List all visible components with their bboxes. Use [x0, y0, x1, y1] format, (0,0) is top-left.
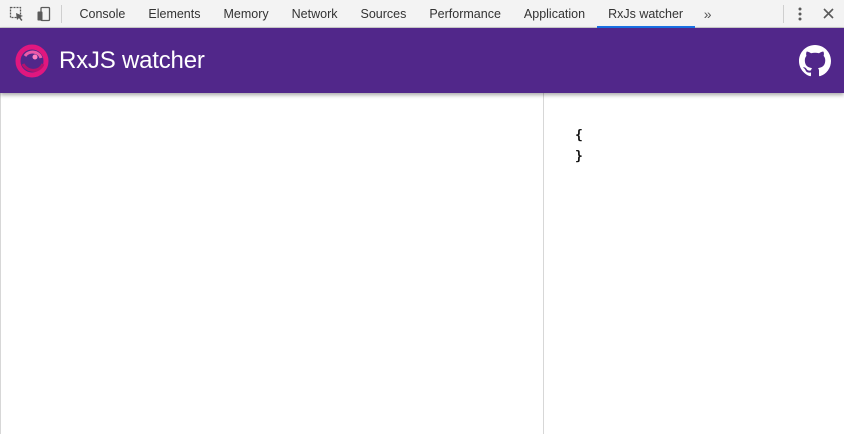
tab-memory[interactable]: Memory [212, 0, 280, 27]
json-close-brace: } [575, 149, 583, 164]
tab-application[interactable]: Application [512, 0, 596, 27]
toolbar-divider [61, 4, 62, 23]
kebab-menu-icon[interactable] [786, 0, 814, 27]
tab-performance[interactable]: Performance [418, 0, 513, 27]
device-toggle-icon[interactable] [30, 0, 57, 27]
toolbar-divider-right [783, 4, 784, 23]
more-tabs-chevron-icon[interactable]: » [695, 0, 721, 27]
github-icon[interactable] [799, 44, 831, 77]
devtools-toolbar: Console Elements Memory Network Sources … [0, 0, 844, 28]
json-detail-pane: { } [544, 93, 844, 434]
tab-sources[interactable]: Sources [349, 0, 418, 27]
app-header: RxJS watcher [0, 28, 844, 93]
rxjs-logo-icon [15, 44, 49, 78]
app-title: RxJS watcher [59, 46, 205, 74]
tab-network[interactable]: Network [280, 0, 349, 27]
json-open-brace: { [575, 128, 583, 143]
json-view: { } [575, 125, 844, 167]
tab-console[interactable]: Console [68, 0, 137, 27]
tab-rxjs-watcher[interactable]: RxJs watcher [596, 0, 695, 28]
tab-elements[interactable]: Elements [137, 0, 212, 27]
close-icon[interactable] [814, 0, 842, 27]
inspect-element-icon[interactable] [3, 0, 30, 27]
observable-list-pane [0, 93, 544, 434]
main-content: { } [0, 93, 844, 434]
